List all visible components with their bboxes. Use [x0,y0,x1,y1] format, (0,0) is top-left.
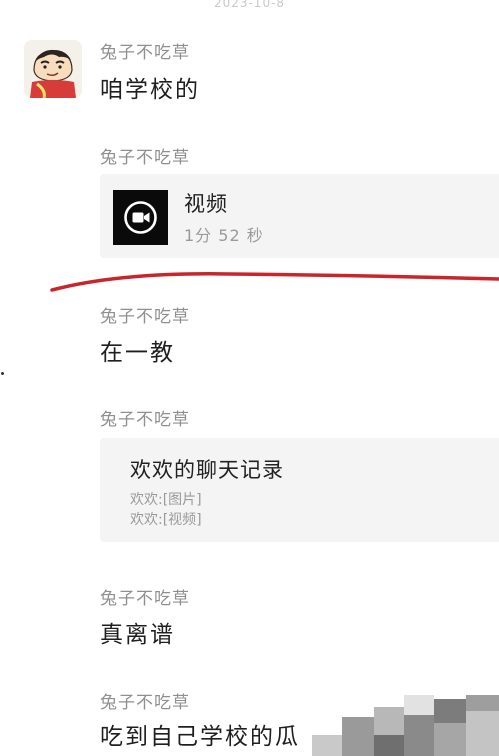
avatar-illustration [24,40,82,98]
sender-name: 兔子不吃草 [100,307,190,327]
message-text: 吃到自己学校的瓜 [100,724,300,750]
video-label: 视频 [184,192,228,216]
stray-dot [1,372,4,375]
message-text: 在一教 [100,340,175,366]
chat-record-line: 欢欢:[图片] [130,492,202,508]
sender-name: 兔子不吃草 [100,410,190,430]
sender-name: 兔子不吃草 [100,693,190,713]
pixelated-overlay [312,695,499,756]
date-timestamp: 2023-10-8 [213,0,286,10]
sender-name: 兔子不吃草 [100,148,190,168]
sender-avatar[interactable] [24,40,82,98]
video-camera-icon [124,201,157,234]
message-text: 咱学校的 [100,77,200,103]
video-message-card[interactable]: 视频 1分 52 秒 [100,174,499,258]
chat-record-line: 欢欢:[视频] [130,512,202,528]
chat-record-title: 欢欢的聊天记录 [130,458,284,482]
sender-name: 兔子不吃草 [100,589,190,609]
message-text: 真离谱 [100,622,175,648]
video-duration: 1分 52 秒 [184,226,264,245]
red-annotation-line [50,272,499,292]
sender-name: 兔子不吃草 [100,43,190,63]
chat-record-card[interactable]: 欢欢的聊天记录 欢欢:[图片] 欢欢:[视频] [100,438,499,542]
video-thumbnail [113,190,168,245]
